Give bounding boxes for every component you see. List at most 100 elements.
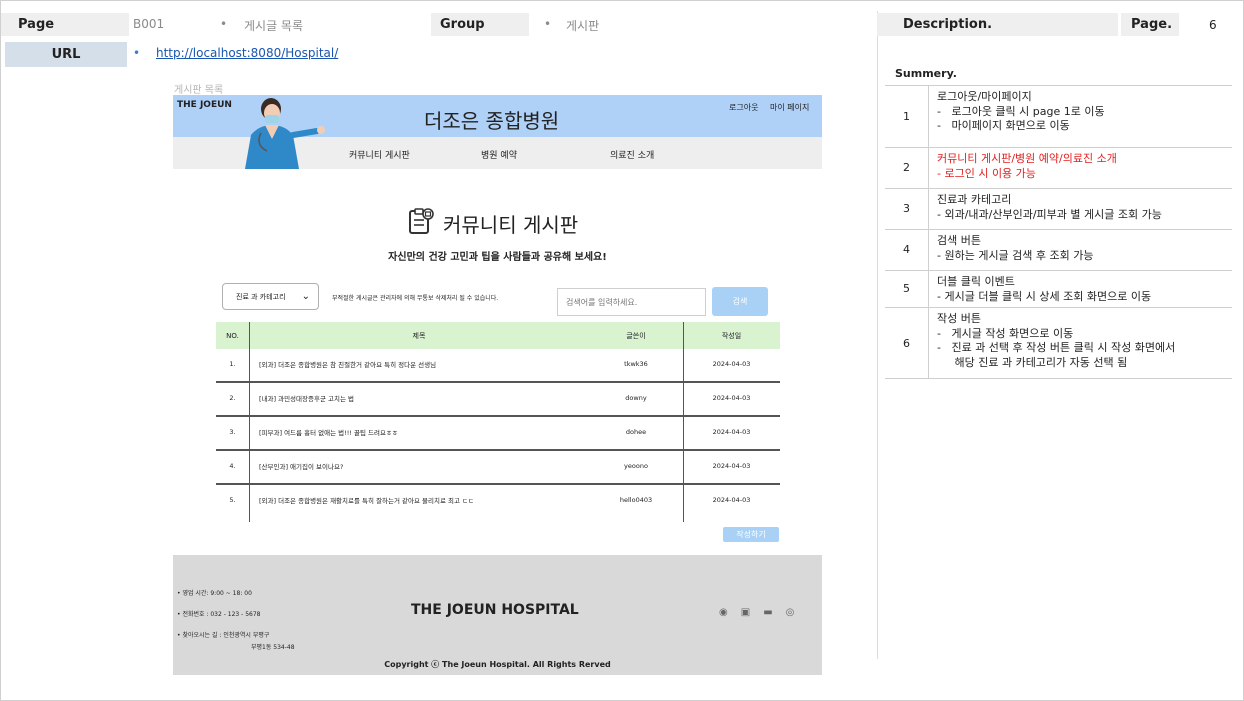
row-title: [내과] 과민성대장증후군 고치는 법	[259, 395, 354, 403]
linkedin-icon[interactable]: ▣	[741, 607, 750, 618]
row-title: [산부인과] 애기집이 보이나요?	[259, 463, 344, 471]
summary-row: 3 진료과 카테고리 - 외과/내과/산부인과/피부과 별 게시글 조회 가능	[885, 188, 1232, 229]
summary-line: 해당 진료 과 카테고리가 자동 선택 됨	[937, 355, 1128, 369]
bullet-dot: •	[133, 46, 141, 60]
description-label: Description.	[877, 13, 1118, 36]
nav-community[interactable]: 커뮤니티 게시판	[349, 148, 410, 161]
summary-row-text: 검색 버튼 - 원하는 게시글 검색 후 조회 가능	[937, 234, 1227, 263]
row-no: 5.	[229, 496, 236, 504]
mypage-link[interactable]: 마이 페이지	[770, 102, 809, 113]
write-button[interactable]: 작성하기	[723, 527, 779, 542]
github-icon[interactable]: ◉	[719, 607, 728, 618]
summary-line: 로그아웃/마이페이지	[937, 90, 1032, 103]
summary-line: 진료과 카테고리	[937, 193, 1012, 206]
nav-doctors[interactable]: 의료진 소개	[610, 148, 654, 161]
row-author: yeoono	[624, 462, 648, 470]
summary-row-number: 5	[885, 271, 929, 307]
url-link[interactable]: http://localhost:8080/Hospital/	[156, 46, 338, 60]
table-row[interactable]: 5. [외과] 더조은 종합병원은 재활치료를 특히 잘하는거 같아요 물리치료 …	[216, 485, 780, 519]
nurse-illustration	[245, 98, 325, 169]
search-button[interactable]: 검색	[712, 287, 768, 316]
page-name: 게시글 목록	[244, 19, 304, 33]
col-no: NO.	[226, 331, 239, 340]
summary-line: - 게시글 작성 화면으로 이동	[937, 326, 1074, 340]
footer-address-text: 찾아오시는 길 : 인천광역시 부평구	[182, 632, 270, 639]
footer: • 영업 시간: 9:00 ~ 18: 00 • 전화번호 : 032 - 12…	[173, 555, 822, 675]
hospital-name: 더조은 종합병원	[424, 109, 560, 133]
table-row[interactable]: 4. [산부인과] 애기집이 보이나요? yeoono 2024-04-03	[216, 451, 780, 485]
row-date: 2024-04-03	[712, 428, 751, 436]
summary-line: - 마이페이지 화면으로 이동	[937, 119, 1070, 132]
footer-hospital-name: THE JOEUN HOSPITAL	[411, 602, 579, 618]
footer-hours: • 영업 시간: 9:00 ~ 18: 00	[177, 590, 252, 597]
page-code: B001	[133, 17, 165, 31]
row-date: 2024-04-03	[712, 496, 751, 504]
summary-row-number: 3	[885, 189, 929, 229]
summary-row-number: 1	[885, 86, 929, 147]
youtube-icon[interactable]: ▬	[763, 607, 772, 618]
summary-row: 5 더블 클릭 이벤트 - 게시글 더블 클릭 시 상세 조회 화면으로 이동	[885, 270, 1232, 307]
clipboard-icon	[409, 208, 434, 234]
summary-row: 2 커뮤니티 게시판/병원 예약/의료진 소개 - 로그인 시 이용 가능	[885, 147, 1232, 188]
col-date: 작성일	[721, 331, 742, 340]
summary-row-text: 작성 버튼 - 게시글 작성 화면으로 이동 - 진료 과 선택 후 작성 버튼 클…	[937, 312, 1227, 370]
group-label: Group	[431, 13, 529, 36]
social-icons: ◉ ▣ ▬ ◎	[719, 607, 794, 618]
footer-phone: • 전화번호 : 032 - 123 - 5678	[177, 611, 261, 618]
summary-line: 작성 버튼	[937, 312, 981, 325]
row-title: [피부과] 여드름 흉터 없애는 법!!! 꿀팁 드려요ㅎㅎ	[259, 429, 398, 437]
summary-row-number: 4	[885, 230, 929, 270]
copyright: Copyright ⓒ The Joeun Hospital. All Righ…	[384, 660, 611, 669]
row-author: downy	[625, 394, 647, 402]
nav-reservation[interactable]: 병원 예약	[481, 148, 517, 161]
summary-line: 커뮤니티 게시판/병원 예약/의료진 소개	[937, 152, 1117, 165]
instagram-icon[interactable]: ◎	[786, 607, 795, 618]
summary-line: - 외과/내과/산부인과/피부과 별 게시글 조회 가능	[937, 207, 1162, 221]
page-label: Page	[1, 13, 129, 36]
table-row[interactable]: 1. [외과] 더조은 종합병원은 참 친절한거 같아요 특히 정다운 선생님 tk…	[216, 349, 780, 383]
row-date: 2024-04-03	[712, 360, 751, 368]
table-row[interactable]: 2. [내과] 과민성대장증후군 고치는 법 downy 2024-04-03	[216, 383, 780, 417]
url-label: URL	[5, 42, 127, 67]
group-name: 게시판	[566, 19, 600, 33]
row-date: 2024-04-03	[712, 462, 751, 470]
summary-row: 1 로그아웃/마이페이지 - 로그아웃 클릭 시 page 1로 이동 - 마이페이지…	[885, 85, 1232, 147]
footer-hours-text: 영업 시간: 9:00 ~ 18: 00	[182, 590, 252, 597]
summary-row: 4 검색 버튼 - 원하는 게시글 검색 후 조회 가능	[885, 229, 1232, 270]
bullet-dot: •	[544, 17, 552, 31]
summary-row-text: 더블 클릭 이벤트 - 게시글 더블 클릭 시 상세 조회 화면으로 이동	[937, 275, 1227, 304]
summary-title: Summery.	[895, 67, 957, 80]
delete-notice: 부적절한 게시글은 관리자에 의해 무통보 삭제처리 될 수 있습니다.	[332, 295, 499, 302]
category-select[interactable]: 진료 과 카테고리 ⌄	[222, 283, 319, 310]
page-no-label: Page.	[1121, 13, 1179, 36]
summary-row-number: 6	[885, 308, 929, 379]
summary-row-text: 커뮤니티 게시판/병원 예약/의료진 소개 - 로그인 시 이용 가능	[937, 152, 1227, 181]
row-author: tkwk36	[624, 360, 648, 368]
col-title: 제목	[412, 331, 426, 340]
divider	[877, 11, 878, 659]
row-title: [외과] 더조은 종합병원은 참 친절한거 같아요 특히 정다운 선생님	[259, 361, 437, 369]
row-author: dohee	[625, 428, 647, 436]
table-row[interactable]: 3. [피부과] 여드름 흉터 없애는 법!!! 꿀팁 드려요ㅎㅎ dohee 202…	[216, 417, 780, 451]
summary-line: - 게시글 더블 클릭 시 상세 조회 화면으로 이동	[937, 289, 1152, 303]
summary-row-text: 진료과 카테고리 - 외과/내과/산부인과/피부과 별 게시글 조회 가능	[937, 193, 1227, 222]
row-no: 1.	[229, 360, 236, 368]
search-input[interactable]	[557, 288, 706, 316]
footer-phone-text: 전화번호 : 032 - 123 - 5678	[182, 611, 261, 618]
post-table: NO. 제목 글쓴이 작성일 1. [외과] 더조은 종합병원은 참 친절한거 같…	[216, 322, 780, 522]
mock-page: THE JOEUN 더조은 종합병원 로그아웃 마이 페이지 커뮤니티 게시판 …	[173, 95, 822, 675]
summary-row-number: 2	[885, 148, 929, 188]
summary-line: - 원하는 게시글 검색 후 조회 가능	[937, 248, 1094, 262]
row-author: hello0403	[619, 496, 653, 504]
chevron-down-icon: ⌄	[301, 291, 310, 302]
brand-logo[interactable]: THE JOEUN	[177, 100, 232, 110]
row-date: 2024-04-03	[712, 394, 751, 402]
logout-link[interactable]: 로그아웃	[729, 102, 758, 113]
col-author: 글쓴이	[626, 331, 646, 340]
mock-caption: 게시판 목록	[174, 85, 224, 96]
row-no: 3.	[229, 428, 236, 436]
board-title: 커뮤니티 게시판	[443, 213, 579, 237]
row-title: [외과] 더조은 종합병원은 재활치료를 특히 잘하는거 같아요 물리치료 최고…	[259, 497, 475, 505]
category-select-value: 진료 과 카테고리	[236, 292, 286, 301]
footer-address-line2: 부평1동 534-48	[251, 644, 295, 651]
